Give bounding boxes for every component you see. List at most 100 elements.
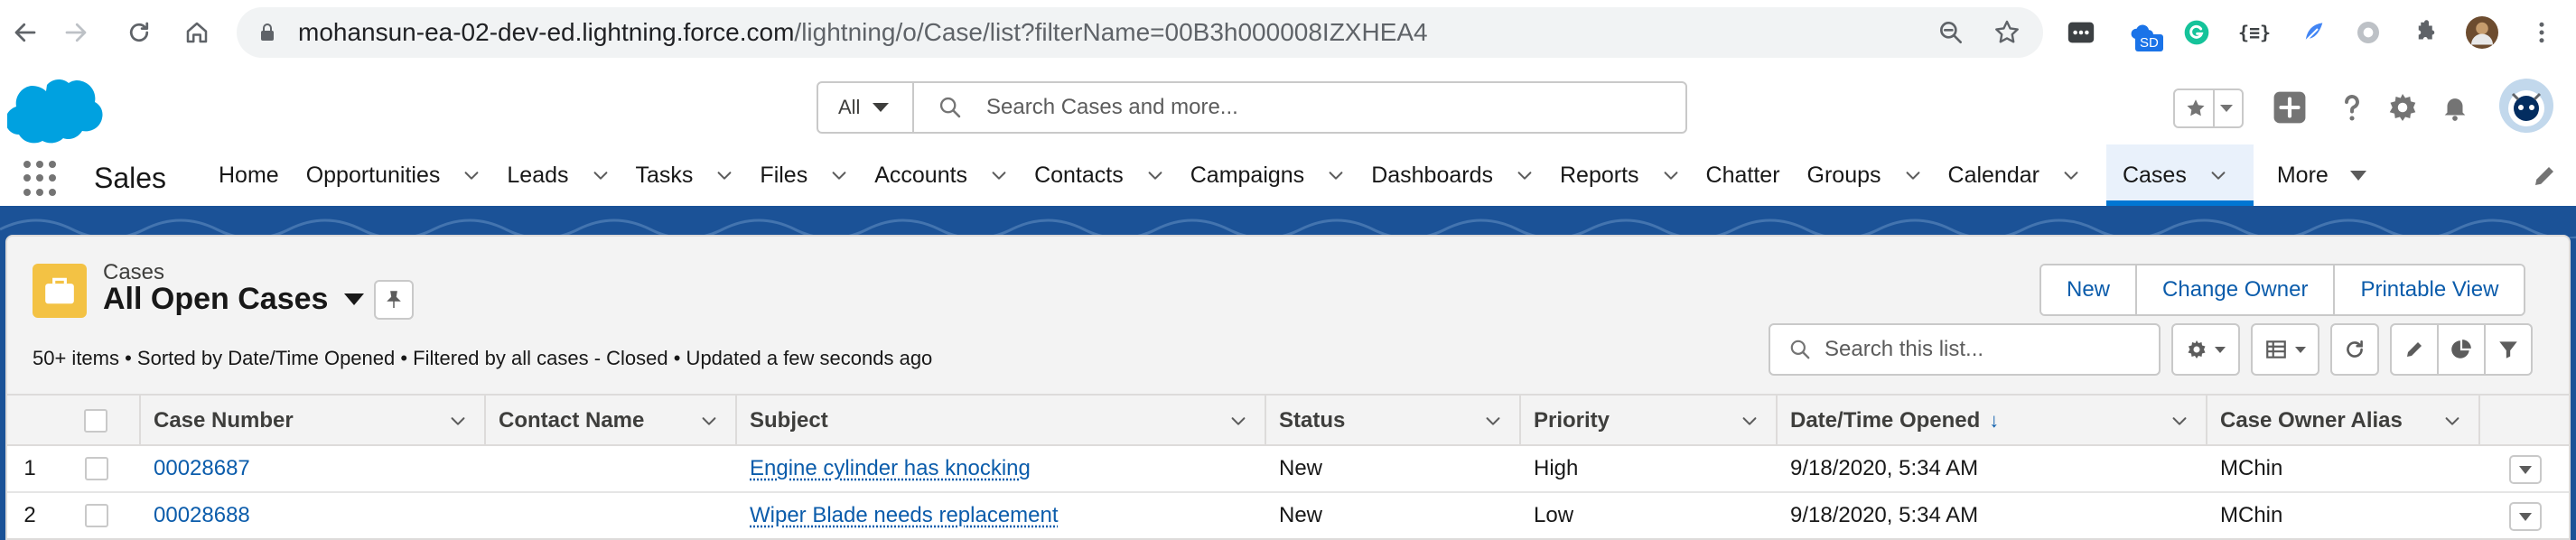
- pin-list-view-button[interactable]: [374, 280, 414, 320]
- address-bar[interactable]: mohansun-ea-02-dev-ed.lightning.force.co…: [237, 7, 2043, 58]
- change-owner-button[interactable]: Change Owner: [2137, 265, 2336, 314]
- notifications-button[interactable]: [2437, 88, 2473, 126]
- extension-dots-icon[interactable]: [2065, 16, 2097, 49]
- forward-button[interactable]: [54, 11, 98, 54]
- json-formatter-icon[interactable]: {≡}: [2238, 16, 2271, 49]
- nav-more-menu[interactable]: More: [2254, 144, 2392, 206]
- chevron-down-icon[interactable]: [1661, 165, 1681, 185]
- profile-avatar[interactable]: [2466, 16, 2498, 49]
- list-view-controls-button[interactable]: [2171, 323, 2240, 376]
- chevron-down-icon[interactable]: [1515, 165, 1535, 185]
- app-launcher-icon[interactable]: [23, 161, 60, 197]
- chevron-down-icon[interactable]: [1145, 165, 1165, 185]
- reload-button[interactable]: [117, 11, 161, 54]
- chevron-down-icon[interactable]: [591, 165, 611, 185]
- column-header-priority[interactable]: Priority: [1521, 396, 1778, 446]
- chevron-down-icon[interactable]: [1740, 411, 1759, 431]
- extensions-puzzle-icon[interactable]: [2408, 16, 2441, 49]
- nav-tab-calendar[interactable]: Calendar: [1948, 144, 2106, 206]
- home-button[interactable]: [175, 11, 219, 54]
- nav-tab-reports[interactable]: Reports: [1560, 144, 1706, 206]
- row-actions-button[interactable]: [2509, 455, 2542, 484]
- search-scope-dropdown[interactable]: All: [818, 83, 914, 132]
- salesforce-logo[interactable]: [7, 76, 105, 144]
- nav-tab-label: Groups: [1806, 162, 1881, 188]
- global-actions-button[interactable]: [2271, 88, 2309, 126]
- cell-case-number[interactable]: 00028688: [141, 493, 486, 538]
- nav-tab-leads[interactable]: Leads: [507, 144, 635, 206]
- add-icon: [2273, 91, 2306, 124]
- nav-tab-dashboards[interactable]: Dashboards: [1371, 144, 1560, 206]
- browser-toolbar: mohansun-ea-02-dev-ed.lightning.force.co…: [0, 0, 2576, 65]
- bookmark-star-icon[interactable]: [1993, 18, 2021, 47]
- back-button[interactable]: [4, 11, 47, 54]
- chevron-down-icon[interactable]: [2442, 411, 2462, 431]
- table-row: 2 00028688 Wiper Blade needs replacement Ne…: [7, 493, 2569, 538]
- chevron-down-icon[interactable]: [989, 165, 1009, 185]
- chevron-down-icon[interactable]: [2170, 411, 2189, 431]
- chevron-down-icon[interactable]: [699, 411, 719, 431]
- new-button[interactable]: New: [2041, 265, 2138, 314]
- chevron-down-icon[interactable]: [829, 165, 849, 185]
- row-checkbox[interactable]: [85, 457, 108, 480]
- edit-pencil-icon: [2407, 342, 2422, 357]
- grammarly-icon[interactable]: [2180, 16, 2213, 49]
- column-header-subject[interactable]: Subject: [737, 396, 1266, 446]
- cell-subject[interactable]: Wiper Blade needs replacement: [737, 493, 1266, 538]
- feather-extension-icon[interactable]: [2298, 16, 2330, 49]
- cell-case-number[interactable]: 00028687: [141, 446, 486, 491]
- column-header-status[interactable]: Status: [1266, 396, 1521, 446]
- nav-tab-cases[interactable]: Cases: [2105, 144, 2254, 206]
- column-header-case-number[interactable]: Case Number: [141, 396, 486, 446]
- list-search-input[interactable]: [1825, 325, 2150, 374]
- browser-menu-icon[interactable]: [2525, 16, 2558, 49]
- printable-view-button[interactable]: Printable View: [2335, 265, 2525, 314]
- chevron-down-icon[interactable]: [1483, 411, 1503, 431]
- chevron-down-icon[interactable]: [1228, 411, 1248, 431]
- nav-tab-groups[interactable]: Groups: [1807, 144, 1948, 206]
- nav-tab-accounts[interactable]: Accounts: [874, 144, 1034, 206]
- list-view-picker[interactable]: All Open Cases: [103, 282, 365, 317]
- charts-button[interactable]: [2437, 323, 2486, 376]
- row-checkbox[interactable]: [85, 504, 108, 527]
- nav-tab-opportunities[interactable]: Opportunities: [306, 144, 508, 206]
- chevron-down-icon[interactable]: [2208, 165, 2228, 185]
- chevron-down-icon[interactable]: [448, 411, 468, 431]
- help-button[interactable]: [2334, 88, 2370, 126]
- column-header-owner[interactable]: Case Owner Alias: [2207, 396, 2480, 446]
- cell-priority: Low: [1521, 493, 1778, 538]
- nav-tab-campaigns[interactable]: Campaigns: [1190, 144, 1371, 206]
- chevron-down-icon[interactable]: [1326, 165, 1346, 185]
- column-header-contact-name[interactable]: Contact Name: [486, 396, 737, 446]
- nav-tab-tasks[interactable]: Tasks: [636, 144, 761, 206]
- filters-button[interactable]: [2484, 323, 2533, 376]
- zoom-icon[interactable]: [1937, 18, 1965, 47]
- global-search-input[interactable]: [986, 83, 1673, 132]
- row-actions-button[interactable]: [2509, 502, 2542, 531]
- edit-nav-pencil-icon[interactable]: [2531, 163, 2558, 190]
- nav-tab-files[interactable]: Files: [760, 144, 874, 206]
- cell-subject[interactable]: Engine cylinder has knocking: [737, 446, 1266, 491]
- chevron-down-icon[interactable]: [2061, 165, 2081, 185]
- table-header: Case Number Contact Name Subject Status Prio…: [7, 394, 2569, 446]
- settings-extension-icon[interactable]: [2352, 16, 2385, 49]
- user-avatar[interactable]: [2498, 78, 2554, 134]
- chevron-down-icon[interactable]: [462, 165, 481, 185]
- nav-tab-contacts[interactable]: Contacts: [1034, 144, 1190, 206]
- refresh-button[interactable]: [2330, 323, 2379, 376]
- column-header-label: Contact Name: [499, 408, 645, 433]
- nav-tab-home[interactable]: Home: [219, 144, 306, 206]
- select-all-cell: [52, 396, 141, 446]
- chevron-down-icon[interactable]: [1903, 165, 1923, 185]
- salesforce-devtools-extension-icon[interactable]: SD: [2126, 16, 2163, 51]
- nav-more-label: More: [2276, 162, 2329, 188]
- nav-tab-chatter[interactable]: Chatter: [1706, 144, 1807, 206]
- column-header-opened[interactable]: Date/Time Opened ↓: [1778, 396, 2207, 446]
- chevron-down-icon[interactable]: [714, 165, 734, 185]
- favorites-button[interactable]: [2173, 88, 2244, 128]
- select-all-checkbox[interactable]: [84, 409, 107, 433]
- cell-text: New: [1279, 503, 1323, 527]
- setup-button[interactable]: [2385, 88, 2421, 126]
- display-as-button[interactable]: [2251, 323, 2319, 376]
- inline-edit-button[interactable]: [2390, 323, 2439, 376]
